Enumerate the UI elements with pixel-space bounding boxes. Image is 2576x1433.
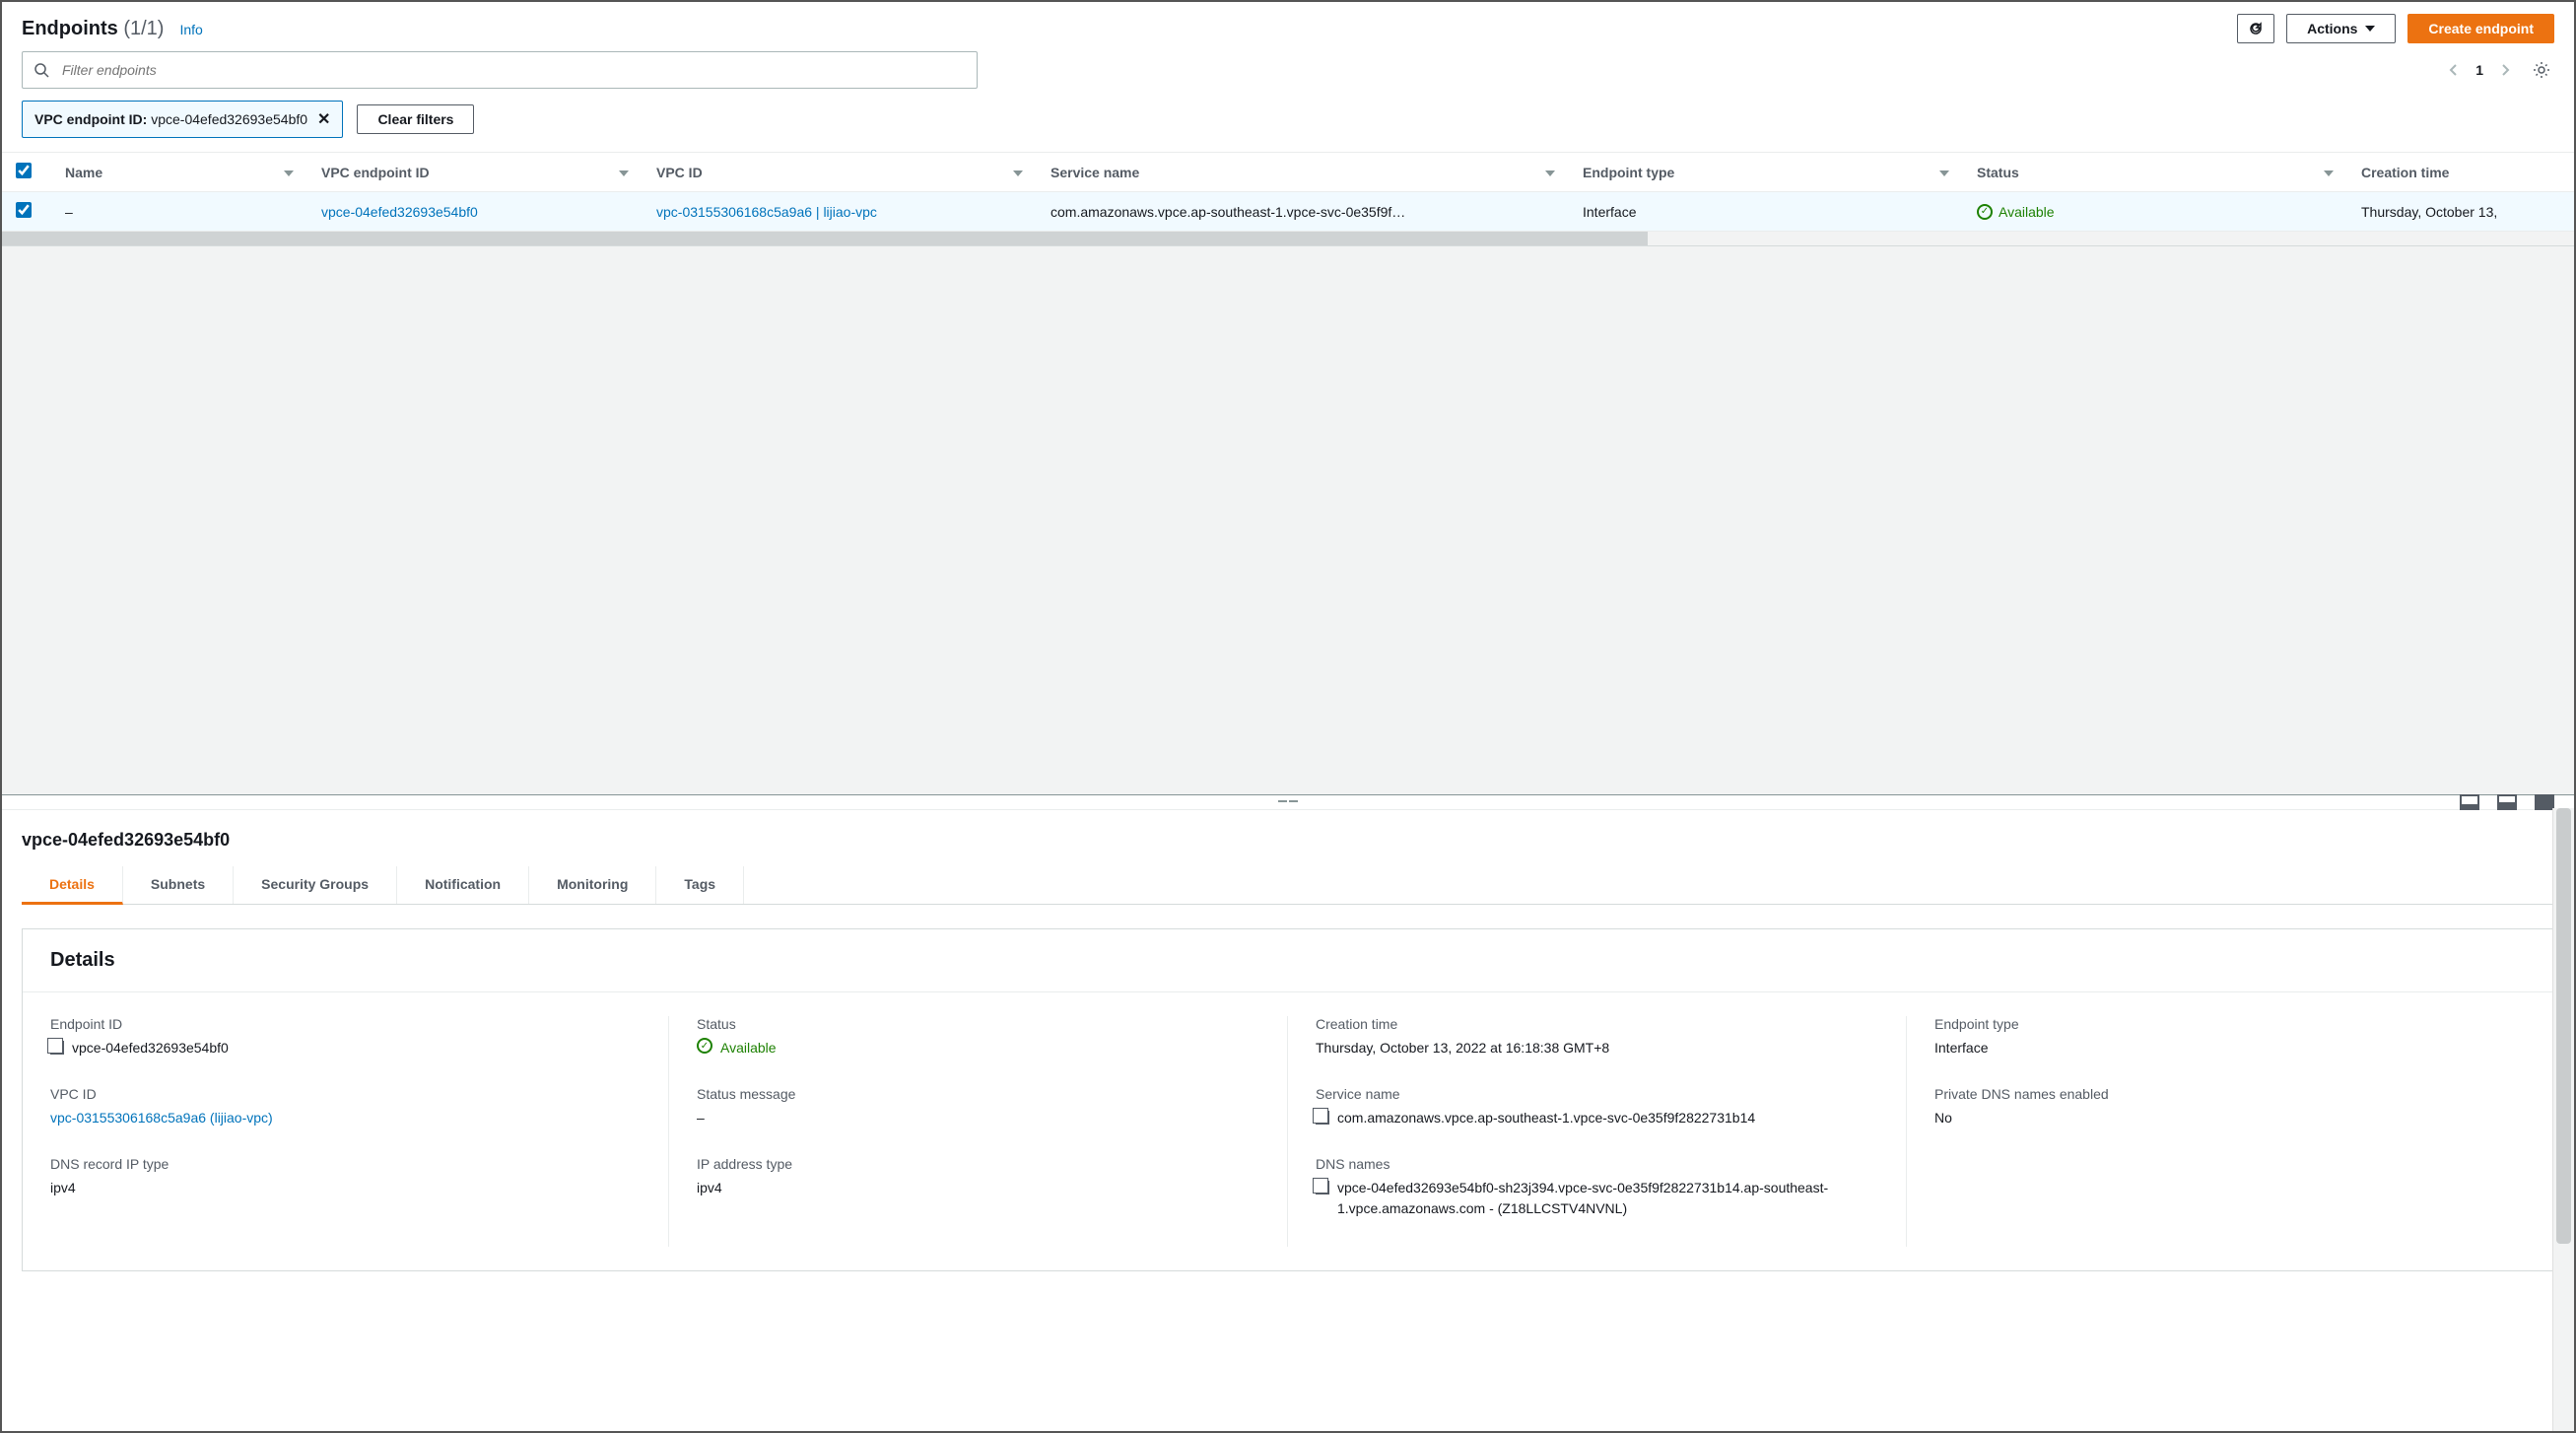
select-all-checkbox[interactable] bbox=[16, 163, 32, 178]
copy-icon[interactable] bbox=[1316, 1111, 1329, 1125]
detail-title: vpce-04efed32693e54bf0 bbox=[22, 830, 2554, 851]
detail-panel: vpce-04efed32693e54bf0 Details Subnets S… bbox=[2, 810, 2574, 1431]
field-value-ip-type: ipv4 bbox=[697, 1178, 1248, 1198]
cell-status: ✓ Available bbox=[1963, 192, 2347, 232]
detail-tabs: Details Subnets Security Groups Notifica… bbox=[22, 866, 2554, 905]
pagination: 1 bbox=[2444, 57, 2554, 83]
vertical-scrollbar[interactable] bbox=[2552, 808, 2574, 1431]
pane-layout-full-button[interactable] bbox=[2535, 794, 2554, 810]
field-value-etype: Interface bbox=[1934, 1038, 2486, 1058]
field-value-dns-rec: ipv4 bbox=[50, 1178, 629, 1198]
status-ok-icon: ✓ bbox=[1977, 204, 1993, 220]
tab-tags[interactable]: Tags bbox=[656, 866, 744, 904]
clear-filters-button[interactable]: Clear filters bbox=[357, 104, 474, 134]
col-header-vpc-id[interactable]: VPC ID bbox=[643, 153, 1037, 192]
col-header-ctime[interactable]: Creation time bbox=[2347, 153, 2574, 192]
panel-splitter[interactable] bbox=[2, 794, 2574, 810]
grip-icon bbox=[1278, 800, 1298, 804]
actions-label: Actions bbox=[2307, 21, 2357, 36]
cell-service: com.amazonaws.vpce.ap-southeast-1.vpce-s… bbox=[1037, 192, 1569, 232]
tab-monitoring[interactable]: Monitoring bbox=[529, 866, 656, 904]
filter-input[interactable] bbox=[22, 51, 978, 89]
endpoints-table: Name VPC endpoint ID VPC ID Service name… bbox=[2, 152, 2574, 232]
actions-button[interactable]: Actions bbox=[2286, 14, 2396, 43]
field-value-status-msg: – bbox=[697, 1108, 1248, 1128]
row-checkbox[interactable] bbox=[16, 202, 32, 218]
endpoints-table-wrap: Name VPC endpoint ID VPC ID Service name… bbox=[2, 152, 2574, 245]
pane-layout-bottom-button[interactable] bbox=[2460, 794, 2479, 810]
tab-subnets[interactable]: Subnets bbox=[123, 866, 234, 904]
field-label-dns-names: DNS names bbox=[1316, 1156, 1866, 1172]
field-value-vpc-id[interactable]: vpc-03155306168c5a9a6 (lijiao-vpc) bbox=[50, 1108, 629, 1128]
field-label-pdns: Private DNS names enabled bbox=[1934, 1086, 2486, 1102]
search-icon bbox=[34, 62, 49, 78]
field-label-vpc-id: VPC ID bbox=[50, 1086, 629, 1102]
col-header-type[interactable]: Endpoint type bbox=[1569, 153, 1963, 192]
page-title: Endpoints (1/1) bbox=[22, 18, 164, 40]
prev-page-button[interactable] bbox=[2444, 59, 2462, 81]
field-label-status: Status bbox=[697, 1016, 1248, 1032]
col-header-vpce-id[interactable]: VPC endpoint ID bbox=[307, 153, 643, 192]
field-value-endpoint-id: vpce-04efed32693e54bf0 bbox=[72, 1038, 229, 1058]
sort-icon bbox=[1939, 171, 1949, 176]
cell-vpce-id[interactable]: vpce-04efed32693e54bf0 bbox=[307, 192, 643, 232]
field-label-svc: Service name bbox=[1316, 1086, 1866, 1102]
status-ok-icon: ✓ bbox=[697, 1038, 712, 1054]
refresh-button[interactable] bbox=[2237, 14, 2274, 43]
page-number: 1 bbox=[2475, 62, 2483, 78]
cell-name: – bbox=[51, 192, 307, 232]
sort-icon bbox=[619, 171, 629, 176]
copy-icon[interactable] bbox=[50, 1041, 64, 1055]
tab-notification[interactable]: Notification bbox=[397, 866, 529, 904]
details-card-title: Details bbox=[23, 929, 2553, 992]
field-label-etype: Endpoint type bbox=[1934, 1016, 2486, 1032]
table-row[interactable]: – vpce-04efed32693e54bf0 vpc-03155306168… bbox=[2, 192, 2574, 232]
header-row: Endpoints (1/1) Info Actions Create endp… bbox=[2, 2, 2574, 51]
details-card: Details Endpoint ID vpce-04efed32693e54b… bbox=[22, 928, 2554, 1271]
cell-type: Interface bbox=[1569, 192, 1963, 232]
cell-ctime: Thursday, October 13, bbox=[2347, 192, 2574, 232]
field-label-ip-type: IP address type bbox=[697, 1156, 1248, 1172]
field-value-pdns: No bbox=[1934, 1108, 2486, 1128]
cell-vpc-id[interactable]: vpc-03155306168c5a9a6 | lijiao-vpc bbox=[643, 192, 1037, 232]
copy-icon[interactable] bbox=[1316, 1181, 1329, 1194]
pane-layout-half-button[interactable] bbox=[2497, 794, 2517, 810]
search-box bbox=[22, 51, 978, 89]
col-header-service[interactable]: Service name bbox=[1037, 153, 1569, 192]
field-label-status-msg: Status message bbox=[697, 1086, 1248, 1102]
field-label-ctime: Creation time bbox=[1316, 1016, 1866, 1032]
horizontal-scrollbar[interactable] bbox=[2, 232, 2574, 245]
col-header-name[interactable]: Name bbox=[51, 153, 307, 192]
remove-filter-button[interactable]: ✕ bbox=[317, 109, 330, 129]
caret-down-icon bbox=[2365, 26, 2375, 32]
field-value-svc: com.amazonaws.vpce.ap-southeast-1.vpce-s… bbox=[1337, 1108, 1755, 1128]
gear-icon bbox=[2533, 61, 2550, 79]
scrollbar-thumb[interactable] bbox=[2556, 808, 2571, 1244]
empty-area bbox=[2, 246, 2574, 794]
filter-chip-value: vpce-04efed32693e54bf0 bbox=[151, 111, 307, 127]
filter-chip-vpce-id: VPC endpoint ID: vpce-04efed32693e54bf0 … bbox=[22, 101, 343, 138]
field-value-ctime: Thursday, October 13, 2022 at 16:18:38 G… bbox=[1316, 1038, 1866, 1058]
settings-button[interactable] bbox=[2529, 57, 2554, 83]
info-link[interactable]: Info bbox=[179, 22, 202, 37]
tab-details[interactable]: Details bbox=[22, 866, 123, 905]
page-title-text: Endpoints bbox=[22, 18, 118, 39]
page-title-count: (1/1) bbox=[123, 18, 164, 39]
sort-icon bbox=[1013, 171, 1023, 176]
tab-security-groups[interactable]: Security Groups bbox=[234, 866, 397, 904]
sort-icon bbox=[1545, 171, 1555, 176]
field-label-endpoint-id: Endpoint ID bbox=[50, 1016, 629, 1032]
next-page-button[interactable] bbox=[2497, 59, 2515, 81]
field-value-dns-names: vpce-04efed32693e54bf0-sh23j394.vpce-svc… bbox=[1337, 1178, 1866, 1219]
create-endpoint-button[interactable]: Create endpoint bbox=[2407, 14, 2554, 43]
refresh-icon bbox=[2248, 21, 2264, 36]
sort-icon bbox=[2324, 171, 2334, 176]
field-value-status: Available bbox=[720, 1038, 777, 1058]
top-panel: Endpoints (1/1) Info Actions Create endp… bbox=[2, 2, 2574, 246]
col-header-status[interactable]: Status bbox=[1963, 153, 2347, 192]
field-label-dns-rec: DNS record IP type bbox=[50, 1156, 629, 1172]
sort-icon bbox=[284, 171, 294, 176]
status-text: Available bbox=[1999, 204, 2055, 220]
filter-chip-label: VPC endpoint ID: bbox=[34, 111, 147, 127]
